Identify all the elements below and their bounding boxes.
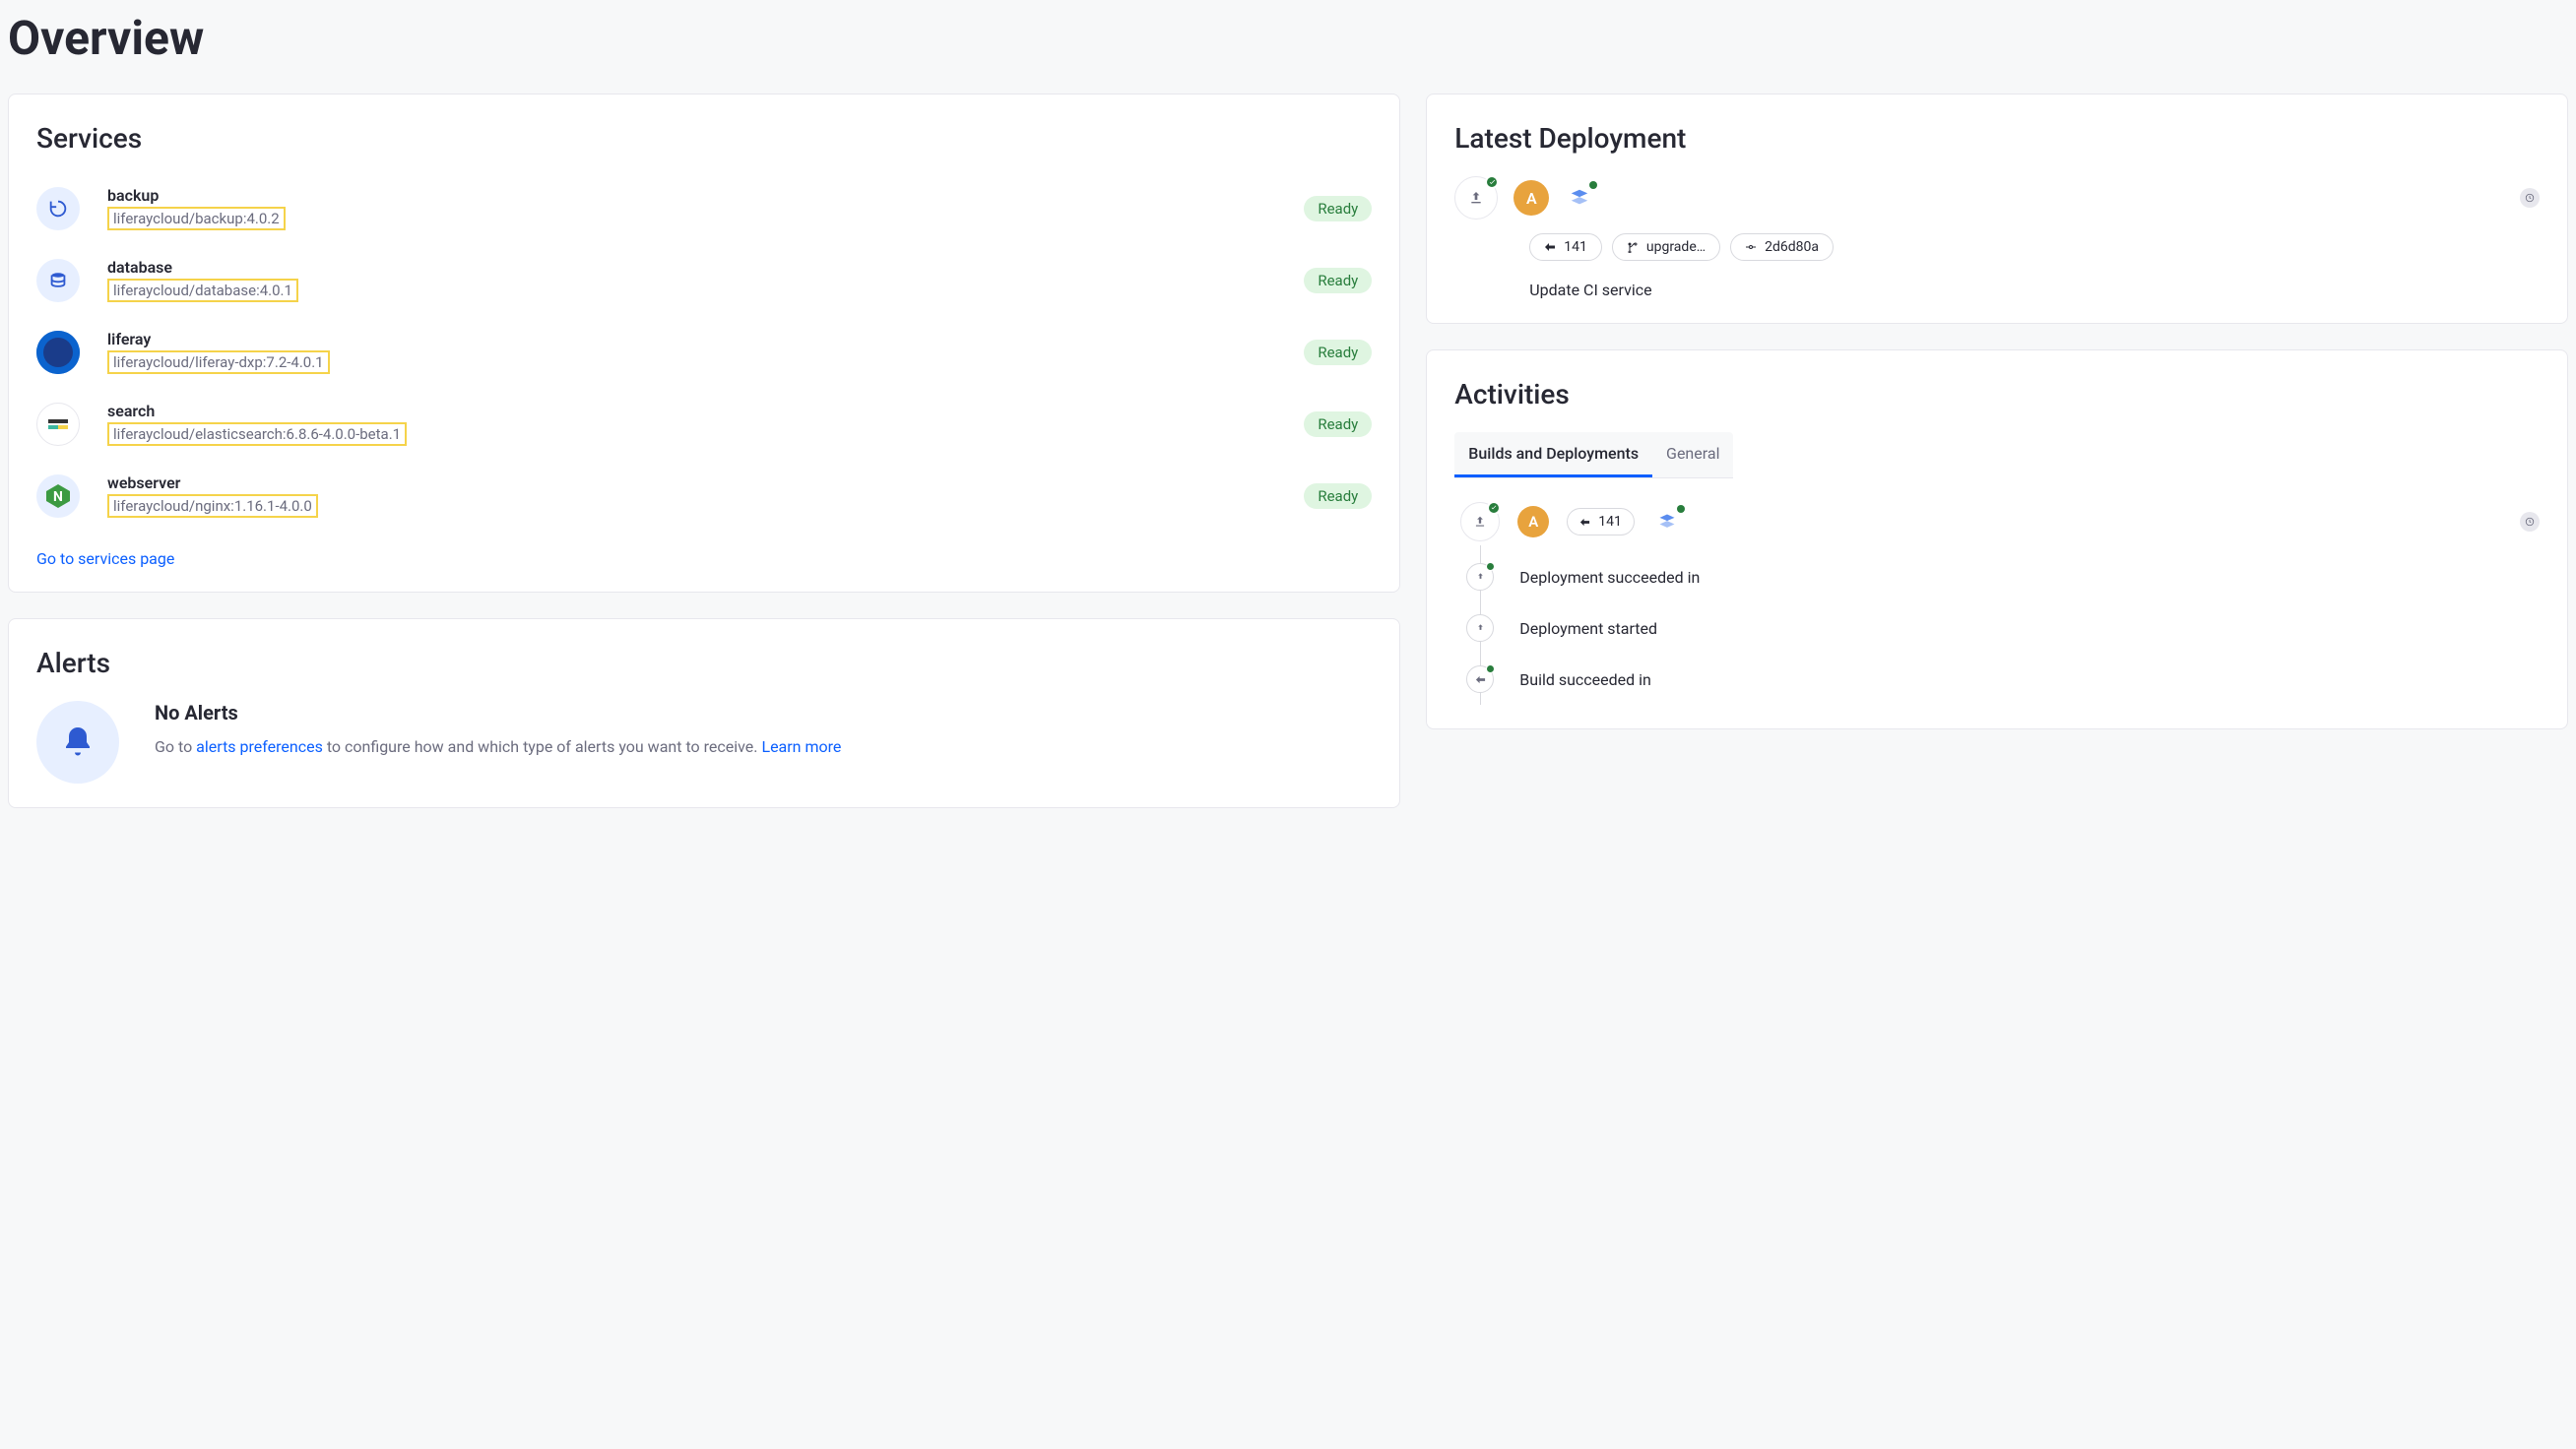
tab-general[interactable]: General [1652,432,1733,477]
status-badge: Ready [1304,411,1372,437]
tab-builds-deployments[interactable]: Builds and Deployments [1454,432,1652,477]
backup-icon [36,187,80,230]
activity-event: Build succeeded in [1460,654,2540,705]
deployer-avatar[interactable]: A [1513,180,1549,216]
bell-icon [36,701,119,784]
branch-pill[interactable]: upgrade… [1612,233,1720,261]
search-icon [36,403,80,446]
liferay-icon [36,331,80,374]
status-badge: Ready [1304,196,1372,221]
activity-upload-icon [1460,502,1500,541]
clock-icon [2520,512,2540,532]
service-image: liferaycloud/nginx:1.16.1-4.0.0 [107,494,318,518]
service-row-liferay[interactable]: liferay liferaycloud/liferay-dxp:7.2-4.0… [36,320,1372,384]
deploy-upload-icon [1454,176,1498,220]
service-row-database[interactable]: database liferaycloud/database:4.0.1 Rea… [36,248,1372,312]
build-number-pill[interactable]: 141 [1529,233,1602,261]
alerts-heading: Alerts [36,647,1372,679]
event-upload-icon [1466,563,1494,591]
services-card: Services backup liferaycloud/backup:4.0.… [8,94,1400,593]
service-image: liferaycloud/backup:4.0.2 [107,207,286,230]
alerts-card: Alerts No Alerts Go to alerts preference… [8,618,1400,808]
service-image: liferaycloud/liferay-dxp:7.2-4.0.1 [107,350,330,374]
latest-deployment-heading: Latest Deployment [1454,122,2540,155]
event-build-icon [1466,665,1494,693]
activity-event: Deployment succeeded in [1460,551,2540,602]
service-image: liferaycloud/database:4.0.1 [107,279,298,302]
services-page-link[interactable]: Go to services page [36,549,174,568]
latest-deployment-card: Latest Deployment A [1426,94,2568,324]
service-image: liferaycloud/elasticsearch:6.8.6-4.0.0-b… [107,422,407,446]
status-badge: Ready [1304,268,1372,293]
activities-card: Activities Builds and Deployments Genera… [1426,349,2568,729]
activities-tabs: Builds and Deployments General [1454,432,1733,478]
service-row-search[interactable]: search liferaycloud/elasticsearch:6.8.6-… [36,392,1372,456]
alerts-preferences-link[interactable]: alerts preferences [196,737,323,756]
services-heading: Services [36,122,1372,155]
webserver-icon: N [36,474,80,518]
no-alerts-description: Go to alerts preferences to configure ho… [155,734,841,760]
service-name: webserver [107,473,1276,492]
event-upload-icon [1466,614,1494,642]
event-text: Build succeeded in [1519,670,1651,689]
clock-icon [2520,188,2540,208]
activity-stack-icon [1652,507,1682,536]
stack-icon [1565,183,1594,213]
learn-more-link[interactable]: Learn more [761,737,841,756]
status-badge: Ready [1304,483,1372,509]
service-row-webserver[interactable]: N webserver liferaycloud/nginx:1.16.1-4.… [36,464,1372,528]
activity-avatar[interactable]: A [1517,506,1549,537]
event-text: Deployment started [1519,619,1657,638]
activities-heading: Activities [1454,378,2540,410]
activity-event: Deployment started [1460,602,2540,654]
service-name: liferay [107,330,1276,348]
no-alerts-headline: No Alerts [155,701,841,724]
service-row-backup[interactable]: backup liferaycloud/backup:4.0.2 Ready [36,176,1372,240]
status-badge: Ready [1304,340,1372,365]
service-name: search [107,402,1276,420]
service-name: backup [107,186,1276,205]
activity-build-pill[interactable]: 141 [1567,508,1635,536]
svg-text:N: N [53,489,63,505]
service-name: database [107,258,1276,277]
page-title: Overview [0,0,2576,94]
commit-pill[interactable]: 2d6d80a [1730,233,1834,261]
event-text: Deployment succeeded in [1519,568,1700,587]
database-icon [36,259,80,302]
deployment-message: Update CI service [1529,281,2540,299]
